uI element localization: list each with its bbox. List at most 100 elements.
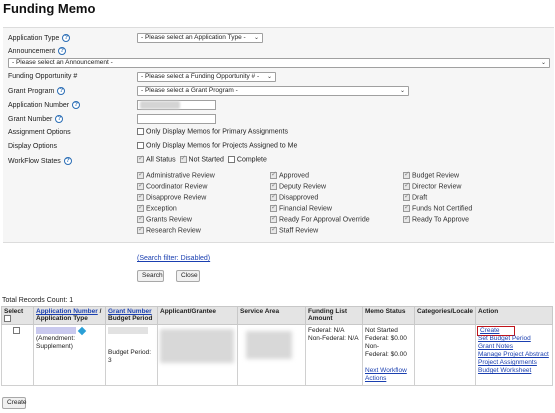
workflow-checkbox[interactable]: [137, 203, 144, 212]
help-icon[interactable]: ?: [57, 87, 66, 95]
workflow-states-label: WorkFlow States?: [8, 157, 72, 165]
close-button[interactable]: Close: [176, 270, 200, 282]
grant-program-select[interactable]: - Please select a Grant Program - ⌄: [137, 86, 409, 96]
help-icon[interactable]: ?: [58, 47, 67, 55]
display-options-label: Display Options: [8, 143, 58, 150]
applicant-header: Applicant/Grantee: [157, 306, 238, 325]
search-filter-link[interactable]: (Search filter: Disabled): [137, 255, 210, 262]
workflow-option[interactable]: Coordinator Review: [137, 181, 207, 190]
workflow-checkbox[interactable]: [137, 170, 144, 179]
workflow-option[interactable]: Funds Not Certified: [403, 203, 472, 212]
workflow-option[interactable]: Financial Review: [270, 203, 332, 212]
workflow-checkbox[interactable]: [137, 225, 144, 234]
workflow-option[interactable]: Research Review: [137, 225, 201, 234]
grant-number-label: Grant Number?: [8, 115, 64, 123]
redacted-service-area: [246, 331, 292, 359]
workflow-option[interactable]: Disapprove Review: [137, 192, 206, 201]
categories-header: Categories/Locale: [414, 306, 476, 325]
application-type-select[interactable]: - Please select an Application Type - ⌄: [137, 33, 263, 43]
chevron-down-icon: ⌄: [266, 74, 272, 80]
app-number-header[interactable]: Application Number / Application Type: [33, 306, 106, 325]
funding-opportunity-select[interactable]: - Please select a Funding Opportunity # …: [137, 72, 276, 82]
workflow-checkbox[interactable]: [270, 214, 277, 223]
memo-status-cell: Not Started Federal: $0.00 Non- Federal:…: [362, 324, 415, 386]
funding-header: Funding List Amount: [305, 306, 363, 325]
app-number-sort-link[interactable]: Application Number: [36, 308, 98, 315]
select-header: Select: [1, 306, 34, 325]
announcement-label: Announcement?: [8, 47, 67, 55]
workflow-option[interactable]: Draft: [403, 192, 427, 201]
categories-cell: [414, 324, 476, 386]
workflow-checkbox[interactable]: [403, 203, 410, 212]
workflow-top-row: All Status Not Started Complete: [137, 154, 267, 163]
assigned-to-me-checkbox[interactable]: [137, 142, 144, 149]
workflow-checkbox[interactable]: [137, 214, 144, 223]
select-cell: [1, 324, 34, 386]
workflow-option[interactable]: Budget Review: [403, 170, 459, 179]
not-started-checkbox[interactable]: [179, 154, 187, 163]
help-icon[interactable]: ?: [55, 115, 64, 123]
create-button[interactable]: Create: [2, 397, 27, 409]
workflow-checkbox[interactable]: [403, 192, 410, 201]
results-table: Select Application Number / Application …: [1, 306, 553, 386]
chevron-down-icon: ⌄: [540, 60, 546, 66]
complete-checkbox[interactable]: [227, 156, 235, 163]
workflow-option[interactable]: Disapproved: [270, 192, 318, 201]
select-all-checkbox[interactable]: [4, 315, 11, 322]
primary-assignments-option[interactable]: Only Display Memos for Primary Assignmen…: [137, 128, 288, 135]
all-status-checkbox[interactable]: [137, 154, 144, 163]
workflow-option[interactable]: Ready To Approve: [403, 214, 469, 223]
memo-status-header: Memo Status: [362, 306, 415, 325]
workflow-option[interactable]: Ready For Approval Override: [270, 214, 370, 223]
workflow-checkbox[interactable]: [270, 203, 277, 212]
budget-worksheet-link[interactable]: Budget Worksheet: [478, 367, 531, 374]
application-type-label: Application Type?: [8, 34, 71, 42]
chevron-down-icon: ⌄: [399, 88, 405, 94]
search-button[interactable]: Search: [137, 270, 164, 282]
grant-number-sort-link[interactable]: Grant Number: [108, 308, 152, 315]
workflow-option[interactable]: Approved: [270, 170, 309, 179]
help-icon[interactable]: ?: [72, 101, 81, 109]
workflow-option[interactable]: Exception: [137, 203, 177, 212]
workflow-checkbox[interactable]: [270, 181, 277, 190]
set-budget-period-link[interactable]: Set Budget Period: [478, 335, 531, 342]
service-area-header: Service Area: [237, 306, 306, 325]
workflow-option[interactable]: Staff Review: [270, 225, 318, 234]
workflow-checkbox[interactable]: [270, 225, 277, 234]
workflow-checkbox[interactable]: [137, 181, 144, 190]
service-area-cell: [237, 324, 306, 386]
redacted-app-number-link[interactable]: [36, 327, 76, 334]
grant-number-input[interactable]: [137, 114, 216, 124]
assignment-options-label: Assignment Options: [8, 129, 71, 136]
project-assignments-link[interactable]: Project Assignments: [478, 359, 537, 366]
workflow-checkbox[interactable]: [270, 170, 277, 179]
assigned-to-me-option[interactable]: Only Display Memos for Projects Assigned…: [137, 142, 297, 149]
table-row: (Amendment: Supplement) Budget Period: 3…: [1, 324, 553, 386]
table-header-row: Select Application Number / Application …: [1, 306, 553, 325]
help-icon[interactable]: ?: [63, 157, 72, 165]
workflow-option[interactable]: Director Review: [403, 181, 461, 190]
app-number-cell: (Amendment: Supplement): [33, 324, 106, 386]
grant-notes-link[interactable]: Grant Notes: [478, 343, 513, 350]
grant-number-header[interactable]: Grant Number Budget Period: [105, 306, 158, 325]
application-number-label: Application Number?: [8, 101, 81, 109]
workflow-option[interactable]: Deputy Review: [270, 181, 326, 190]
chevron-down-icon: ⌄: [253, 35, 259, 41]
workflow-option[interactable]: Grants Review: [137, 214, 192, 223]
manage-project-abstract-link[interactable]: Manage Project Abstract: [478, 351, 549, 358]
create-link[interactable]: Create: [477, 326, 515, 336]
workflow-checkbox[interactable]: [403, 214, 410, 223]
row-select-checkbox[interactable]: [13, 327, 20, 334]
announcement-select[interactable]: - Please select an Announcement - ⌄: [8, 58, 550, 68]
primary-assignments-checkbox[interactable]: [137, 128, 144, 135]
workflow-checkbox[interactable]: [270, 192, 277, 201]
grant-number-cell: Budget Period: 3: [105, 324, 158, 386]
help-icon[interactable]: ?: [62, 34, 71, 42]
workflow-checkbox[interactable]: [137, 192, 144, 201]
funding-cell: Federal: N/A Non-Federal: N/A: [305, 324, 363, 386]
next-workflow-actions-link[interactable]: Next Workflow Actions: [365, 367, 407, 382]
workflow-checkbox[interactable]: [403, 181, 410, 190]
applicant-cell: [157, 324, 238, 386]
workflow-checkbox[interactable]: [403, 170, 410, 179]
workflow-option[interactable]: Administrative Review: [137, 170, 215, 179]
